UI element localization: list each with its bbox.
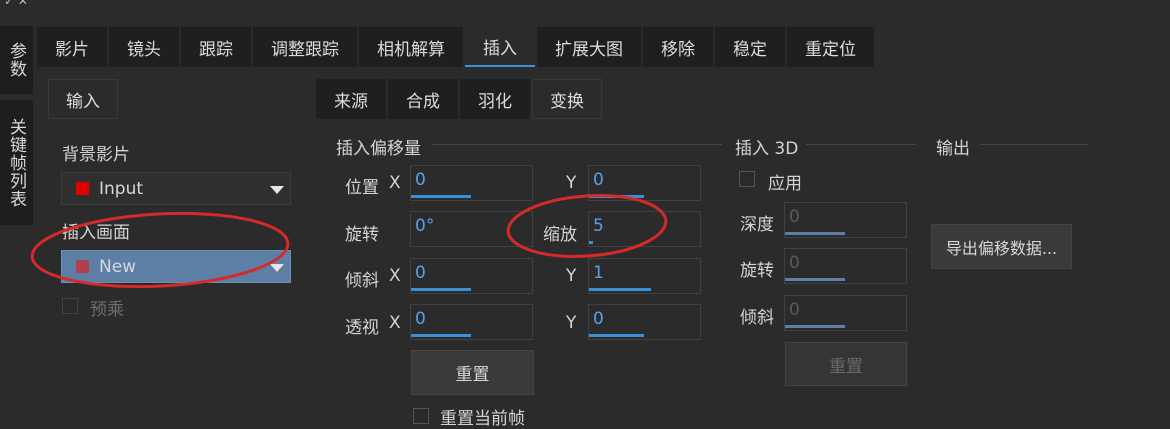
- output-title: 输出: [936, 139, 970, 159]
- insert-offset-title: 插入偏移量: [336, 139, 421, 159]
- premultiply-label: 预乘: [90, 300, 124, 320]
- tab-adjust-track[interactable]: 调整跟踪: [253, 27, 357, 67]
- tab-insert[interactable]: 插入: [465, 27, 535, 67]
- skew-x-field[interactable]: 0: [410, 258, 533, 294]
- position-label: 位置: [345, 178, 379, 198]
- skew-x-label: X: [389, 266, 401, 286]
- reset-current-frame-label: 重置当前帧: [440, 409, 525, 429]
- chevron-down-icon: [270, 186, 284, 194]
- position-y-label: Y: [566, 173, 577, 193]
- 3d-skew-value: 0: [789, 300, 800, 320]
- scale-field[interactable]: 5: [588, 211, 701, 247]
- perspective-x-label: X: [389, 313, 401, 333]
- main-tab-bar: 影片 镜头 跟踪 调整跟踪 相机解算 插入 扩展大图 移除 稳定 重定位: [37, 27, 874, 67]
- 3d-reset-button[interactable]: 重置: [785, 342, 907, 386]
- perspective-x-field[interactable]: 0: [410, 304, 533, 340]
- skew-y-field[interactable]: 1: [588, 258, 701, 294]
- rotation-label: 旋转: [345, 225, 379, 245]
- scale-label: 缩放: [543, 225, 577, 245]
- window-corner-glyph: ✓ ✕: [4, 0, 28, 8]
- subtab-source[interactable]: 来源: [316, 79, 386, 119]
- offset-reset-button[interactable]: 重置: [411, 350, 534, 395]
- subtab-composite[interactable]: 合成: [388, 79, 458, 119]
- premultiply-checkbox[interactable]: [62, 298, 78, 314]
- skew-label: 倾斜: [345, 271, 379, 291]
- tab-relocate[interactable]: 重定位: [787, 27, 874, 67]
- 3d-rotation-value: 0: [789, 253, 800, 273]
- clip-swatch-icon: [76, 260, 89, 273]
- chevron-down-icon: [270, 264, 284, 272]
- perspective-label: 透视: [345, 318, 379, 338]
- reset-current-frame-checkbox[interactable]: [413, 408, 429, 424]
- apply-3d-label: 应用: [768, 174, 802, 194]
- side-tab-keyframes[interactable]: 关键帧列表: [0, 100, 33, 225]
- tab-input[interactable]: 输入: [48, 79, 118, 119]
- depth-label: 深度: [740, 215, 774, 235]
- 3d-rotation-label: 旋转: [740, 261, 774, 281]
- skew-x-value: 0: [415, 263, 426, 283]
- red-swatch-icon: [76, 182, 89, 195]
- position-x-value: 0: [415, 170, 426, 190]
- subtab-transform[interactable]: 变换: [532, 79, 602, 119]
- export-offset-data-button[interactable]: 导出偏移数据...: [931, 224, 1072, 269]
- tab-track[interactable]: 跟踪: [181, 27, 251, 67]
- skew-y-value: 1: [593, 263, 604, 283]
- subtab-feather[interactable]: 羽化: [460, 79, 530, 119]
- insert-clip-select[interactable]: New: [61, 250, 291, 283]
- 3d-skew-field[interactable]: 0: [784, 295, 907, 331]
- depth-value: 0: [789, 207, 800, 227]
- perspective-y-field[interactable]: 0: [588, 304, 701, 340]
- output-divider: [980, 144, 1088, 145]
- position-y-field[interactable]: 0: [588, 165, 701, 201]
- skew-y-label: Y: [566, 266, 577, 286]
- background-footage-label: 背景影片: [62, 145, 130, 165]
- offset-divider: [432, 144, 722, 145]
- insert-clip-value: New: [99, 256, 137, 277]
- perspective-y-value: 0: [593, 309, 604, 329]
- tab-camera-solve[interactable]: 相机解算: [359, 27, 463, 67]
- perspective-x-value: 0: [415, 309, 426, 329]
- apply-3d-checkbox[interactable]: [739, 171, 755, 187]
- 3d-skew-label: 倾斜: [740, 308, 774, 328]
- side-tab-params[interactable]: 参数: [0, 26, 33, 94]
- insert-clip-label: 插入画面: [62, 223, 130, 243]
- tab-extend[interactable]: 扩展大图: [537, 27, 641, 67]
- tab-remove[interactable]: 移除: [643, 27, 713, 67]
- position-x-label: X: [389, 173, 401, 193]
- background-footage-select[interactable]: Input: [61, 172, 291, 205]
- position-x-field[interactable]: 0: [410, 165, 533, 201]
- insert-3d-title: 插入 3D: [735, 139, 799, 159]
- 3d-rotation-field[interactable]: 0: [784, 248, 907, 284]
- insert-3d-divider: [806, 144, 916, 145]
- tab-footage[interactable]: 影片: [37, 27, 107, 67]
- rotation-value: 0°: [415, 216, 435, 236]
- perspective-y-label: Y: [566, 313, 577, 333]
- background-footage-value: Input: [99, 178, 144, 199]
- scale-value: 5: [593, 216, 604, 236]
- tab-shot[interactable]: 镜头: [109, 27, 179, 67]
- depth-field[interactable]: 0: [784, 202, 907, 238]
- tab-stabilize[interactable]: 稳定: [715, 27, 785, 67]
- rotation-field[interactable]: 0°: [410, 211, 533, 247]
- position-y-value: 0: [593, 170, 604, 190]
